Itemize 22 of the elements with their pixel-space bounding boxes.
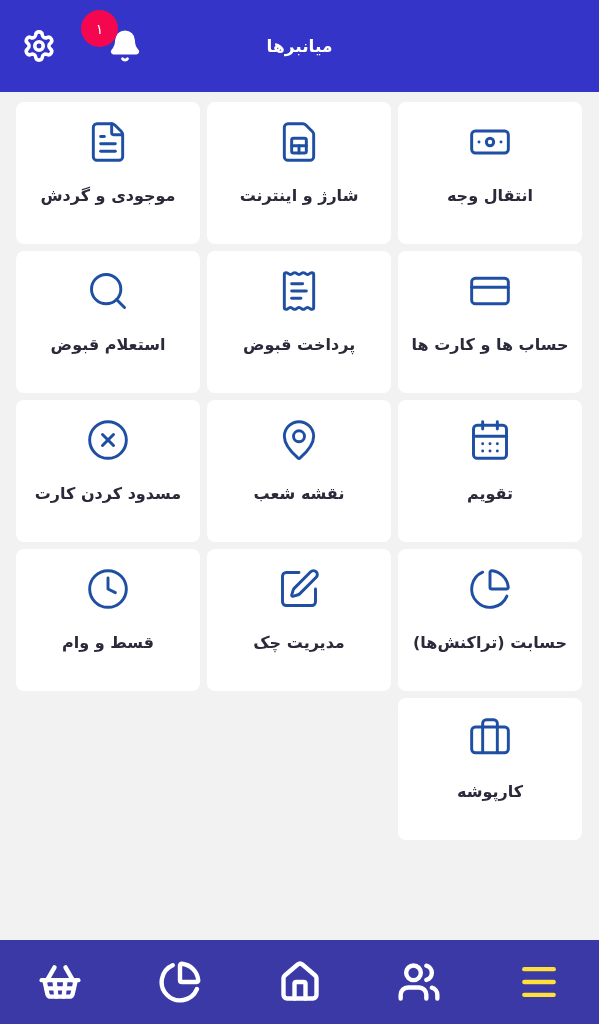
shortcut-tile[interactable]: موجودی و گردش: [16, 102, 200, 244]
shortcut-tile[interactable]: تقویم: [398, 400, 582, 542]
shortcut-tile[interactable]: استعلام قبوض: [16, 251, 200, 393]
page-title: میانبرها: [266, 36, 333, 56]
pie-chart-icon: [157, 960, 202, 1004]
shortcut-tile[interactable]: پرداخت قبوض: [207, 251, 391, 393]
cancel-icon: [86, 418, 130, 462]
shortcut-tile[interactable]: مسدود کردن کارت: [16, 400, 200, 542]
shortcut-tile[interactable]: حسابت (تراکنش‌ها): [398, 549, 582, 691]
pie-chart-icon: [468, 567, 512, 611]
clock-icon: [86, 567, 130, 611]
shortcut-tile[interactable]: حساب ها و کارت ها: [398, 251, 582, 393]
people-icon: [397, 960, 442, 1004]
shortcut-tile[interactable]: شارژ و اینترنت: [207, 102, 391, 244]
shortcut-tile[interactable]: نقشه شعب: [207, 400, 391, 542]
shortcut-tile[interactable]: قسط و وام: [16, 549, 200, 691]
settings-icon[interactable]: [22, 29, 56, 63]
shortcut-tile[interactable]: انتقال وجه: [398, 102, 582, 244]
shortcut-tile[interactable]: مدیریت چک: [207, 549, 391, 691]
shortcut-tile[interactable]: کارپوشه: [398, 698, 582, 840]
notification-badge: ۱: [81, 10, 118, 47]
bell-icon[interactable]: [108, 29, 142, 63]
